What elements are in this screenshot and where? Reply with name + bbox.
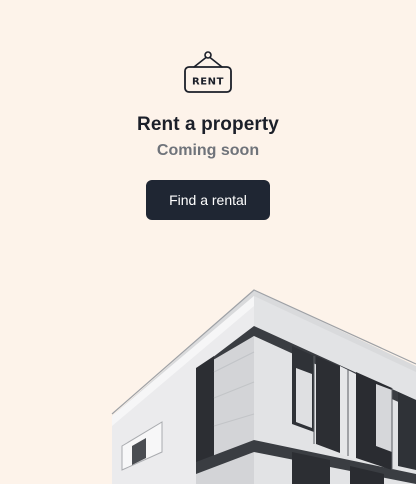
card-title: Rent a property	[137, 114, 279, 135]
rent-sign-text: RENT	[192, 77, 224, 88]
card-subtitle: Coming soon	[156, 142, 260, 159]
rental-promo-card: RENT Rent a property Coming soon Find a …	[0, 0, 416, 484]
find-rental-button[interactable]: Find a rental	[146, 180, 270, 220]
rent-sign-icon: RENT	[184, 51, 232, 93]
building-photo	[111, 289, 416, 484]
